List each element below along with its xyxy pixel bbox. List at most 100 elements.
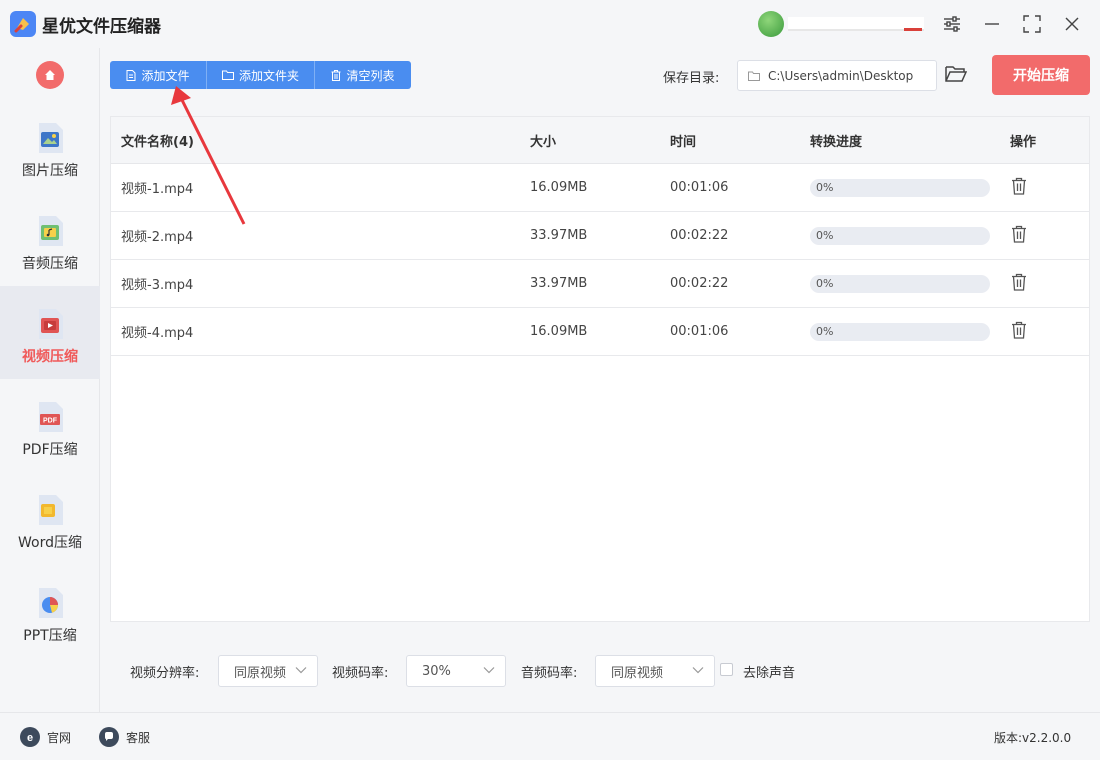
table-row[interactable]: 视频-1.mp4 16.09MB 00:01:06 0% bbox=[111, 164, 1089, 212]
video-icon bbox=[39, 309, 63, 339]
file-size: 33.97MB bbox=[530, 228, 588, 243]
video-bitrate-select[interactable]: 30% bbox=[406, 655, 506, 687]
progress-bar: 0% bbox=[810, 322, 990, 341]
file-duration: 00:02:22 bbox=[670, 228, 729, 243]
start-compress-button[interactable]: 开始压缩 bbox=[992, 55, 1090, 95]
compression-options: 视频分辨率: 同原视频 视频码率: 30% 音频码率: 同原视频 去除声音 bbox=[100, 632, 1100, 712]
header-time: 时间 bbox=[670, 134, 697, 150]
clear-list-button[interactable]: 清空列表 bbox=[315, 61, 411, 89]
table-row[interactable]: 视频-4.mp4 16.09MB 00:01:06 0% bbox=[111, 308, 1089, 356]
trash-icon bbox=[331, 69, 341, 81]
globe-e-icon: e bbox=[20, 727, 40, 747]
remove-audio-label: 去除声音 bbox=[743, 666, 796, 681]
avatar[interactable] bbox=[758, 11, 784, 37]
add-file-label: 添加文件 bbox=[141, 68, 190, 83]
title-bar: 星优文件压缩器 bbox=[0, 0, 1100, 48]
file-duration: 00:01:06 bbox=[670, 180, 729, 195]
file-size: 33.97MB bbox=[530, 276, 588, 291]
table-row[interactable]: 视频-2.mp4 33.97MB 00:02:22 0% bbox=[111, 212, 1089, 260]
resolution-select[interactable]: 同原视频 bbox=[218, 655, 318, 687]
header-action: 操作 bbox=[1010, 134, 1037, 150]
file-name: 视频-1.mp4 bbox=[121, 182, 194, 197]
file-duration: 00:01:06 bbox=[670, 324, 729, 339]
audio-bitrate-label: 音频码率: bbox=[521, 666, 578, 681]
svg-text:e: e bbox=[27, 732, 33, 743]
customer-service-link[interactable]: 客服 bbox=[99, 727, 150, 747]
sidebar-item-pdf[interactable]: PDF PDF压缩 bbox=[0, 379, 100, 472]
file-duration: 00:02:22 bbox=[670, 276, 729, 291]
ppt-icon bbox=[39, 588, 63, 618]
resolution-value: 同原视频 bbox=[234, 665, 287, 681]
status-bar: e 官网 客服 版本:v2.2.0.0 bbox=[0, 712, 1100, 760]
delete-icon[interactable] bbox=[1010, 273, 1028, 291]
website-link[interactable]: e 官网 bbox=[20, 727, 71, 747]
sidebar-item-video[interactable]: 视频压缩 bbox=[0, 286, 100, 379]
remove-audio-checkbox[interactable] bbox=[720, 663, 733, 676]
sidebar-item-ppt[interactable]: PPT压缩 bbox=[0, 565, 100, 658]
chat-icon bbox=[99, 727, 119, 747]
table-row[interactable]: 视频-3.mp4 33.97MB 00:02:22 0% bbox=[111, 260, 1089, 308]
file-name: 视频-4.mp4 bbox=[121, 326, 194, 341]
app-logo-icon bbox=[10, 11, 36, 37]
sidebar-item-label: 视频压缩 bbox=[22, 349, 78, 365]
delete-icon[interactable] bbox=[1010, 177, 1028, 195]
svg-text:PDF: PDF bbox=[43, 418, 58, 425]
add-folder-label: 添加文件夹 bbox=[238, 68, 299, 83]
user-account[interactable] bbox=[758, 11, 928, 37]
file-size: 16.09MB bbox=[530, 180, 588, 195]
app-title: 星优文件压缩器 bbox=[42, 17, 161, 37]
file-toolbar: 添加文件 添加文件夹 清空列表 bbox=[110, 61, 411, 89]
clear-list-label: 清空列表 bbox=[346, 68, 395, 83]
save-dir-label: 保存目录: bbox=[663, 71, 720, 86]
delete-icon[interactable] bbox=[1010, 225, 1028, 243]
add-file-button[interactable]: 添加文件 bbox=[110, 61, 207, 89]
chevron-down-icon bbox=[483, 667, 495, 674]
file-name: 视频-2.mp4 bbox=[121, 230, 194, 245]
sidebar-item-label: Word压缩 bbox=[18, 535, 82, 551]
progress-bar: 0% bbox=[810, 274, 990, 293]
minimize-icon[interactable] bbox=[980, 12, 1004, 36]
sidebar-item-audio[interactable]: 音频压缩 bbox=[0, 193, 100, 286]
user-name-bar bbox=[788, 17, 924, 31]
pdf-icon: PDF bbox=[39, 402, 63, 432]
folder-outline-icon bbox=[748, 71, 760, 81]
file-size: 16.09MB bbox=[530, 324, 588, 339]
save-dir-input[interactable]: C:\Users\admin\Desktop bbox=[737, 60, 937, 91]
progress-bar: 0% bbox=[810, 178, 990, 197]
audio-bitrate-select[interactable]: 同原视频 bbox=[595, 655, 715, 687]
add-folder-button[interactable]: 添加文件夹 bbox=[207, 61, 315, 89]
browse-folder-icon[interactable] bbox=[945, 64, 969, 86]
chevron-down-icon bbox=[295, 667, 307, 674]
folder-icon bbox=[221, 70, 234, 80]
header-name: 文件名称(4) bbox=[121, 134, 194, 150]
sidebar-item-label: PPT压缩 bbox=[23, 628, 77, 644]
sidebar-item-label: 图片压缩 bbox=[22, 163, 78, 179]
audio-bitrate-value: 同原视频 bbox=[611, 665, 664, 681]
service-label: 客服 bbox=[126, 730, 151, 745]
file-name: 视频-3.mp4 bbox=[121, 278, 194, 293]
settings-sliders-icon[interactable] bbox=[940, 12, 964, 36]
table-header: 文件名称(4) 大小 时间 转换进度 操作 bbox=[111, 117, 1089, 164]
audio-icon bbox=[39, 216, 63, 246]
save-dir-value: C:\Users\admin\Desktop bbox=[768, 68, 914, 83]
word-icon bbox=[39, 495, 63, 525]
video-bitrate-label: 视频码率: bbox=[332, 666, 389, 681]
sidebar-item-label: 音频压缩 bbox=[22, 256, 78, 272]
home-icon[interactable] bbox=[36, 61, 64, 89]
sidebar-item-label: PDF压缩 bbox=[22, 442, 78, 458]
close-icon[interactable] bbox=[1060, 12, 1084, 36]
delete-icon[interactable] bbox=[1010, 321, 1028, 339]
maximize-icon[interactable] bbox=[1020, 12, 1044, 36]
sidebar-item-image[interactable]: 图片压缩 bbox=[0, 100, 100, 193]
chevron-down-icon bbox=[692, 667, 704, 674]
version-label: 版本:v2.2.0.0 bbox=[994, 731, 1072, 745]
resolution-label: 视频分辨率: bbox=[130, 666, 200, 681]
sidebar-item-word[interactable]: Word压缩 bbox=[0, 472, 100, 565]
progress-bar: 0% bbox=[810, 226, 990, 245]
header-progress: 转换进度 bbox=[810, 134, 863, 150]
image-icon bbox=[39, 123, 63, 153]
website-label: 官网 bbox=[47, 730, 72, 745]
header-size: 大小 bbox=[530, 134, 557, 150]
file-icon bbox=[126, 69, 136, 81]
video-bitrate-value: 30% bbox=[422, 663, 451, 679]
